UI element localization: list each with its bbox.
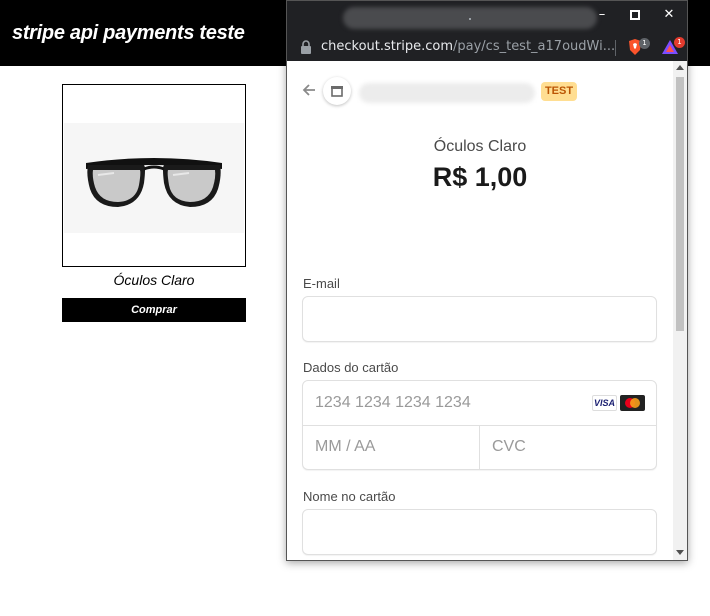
buy-button[interactable]: Comprar [62,298,246,322]
url-path: /pay/cs_test_a17oudWi... [453,39,616,54]
email-label: E-mail [303,276,340,291]
card-label: Dados do cartão [303,360,399,375]
back-arrow-icon[interactable] [301,83,317,97]
store-icon [331,86,343,97]
product-image [64,123,244,233]
address-bar[interactable]: checkout.stripe.com/pay/cs_test_a17oudWi… [287,33,687,61]
scroll-up-icon[interactable] [676,65,684,70]
close-button[interactable]: ✕ [658,6,680,24]
checkout-popup-window: – ✕ checkout.stripe.com/pay/cs_test_a17o… [286,0,688,561]
mastercard-icon [620,395,645,411]
cvc-field[interactable]: CVC [492,438,526,456]
visa-icon: VISA [592,395,617,411]
email-field[interactable] [302,296,657,342]
scroll-thumb[interactable] [676,77,684,331]
product-card [62,84,246,267]
maximize-button[interactable] [624,6,646,24]
scroll-down-icon[interactable] [676,550,684,555]
window-titlebar[interactable]: – ✕ [287,1,687,33]
name-on-card-field[interactable] [302,509,657,555]
scrollbar[interactable] [673,61,687,560]
card-details-group: 1234 1234 1234 1234 VISA MM / AA CVC [302,380,657,470]
lock-icon [301,40,311,54]
checkout-product-name: Óculos Claro [433,138,527,155]
name-label: Nome no cartão [303,489,396,504]
url-host: checkout.stripe.com [321,39,453,54]
mastercard-logo [625,398,640,408]
card-col-divider [479,425,480,469]
checkout-price: R$ 1,00 [432,162,528,192]
sunglasses-image [86,158,222,207]
address-divider [615,40,616,56]
minimize-button[interactable]: – [591,6,613,24]
checkout-content: TEST Óculos Claro R$ 1,00 E-mail Dados d… [287,61,673,560]
expiry-field[interactable]: MM / AA [315,438,375,456]
title-dot [469,18,471,20]
product-name: Óculos Claro [113,272,195,288]
card-number-field[interactable]: 1234 1234 1234 1234 [315,394,471,412]
merchant-logo [323,77,351,105]
brave-shield-badge: 1 [639,38,650,49]
site-title: stripe api payments teste [12,22,245,44]
url-text[interactable]: checkout.stripe.com/pay/cs_test_a17oudWi… [321,39,615,54]
merchant-name-blurred [359,83,535,103]
maximize-icon [630,10,640,20]
page: stripe api payments teste Óculos Claro C… [0,0,710,616]
test-mode-badge: TEST [541,82,577,101]
rewards-badge: 1 [674,37,685,48]
